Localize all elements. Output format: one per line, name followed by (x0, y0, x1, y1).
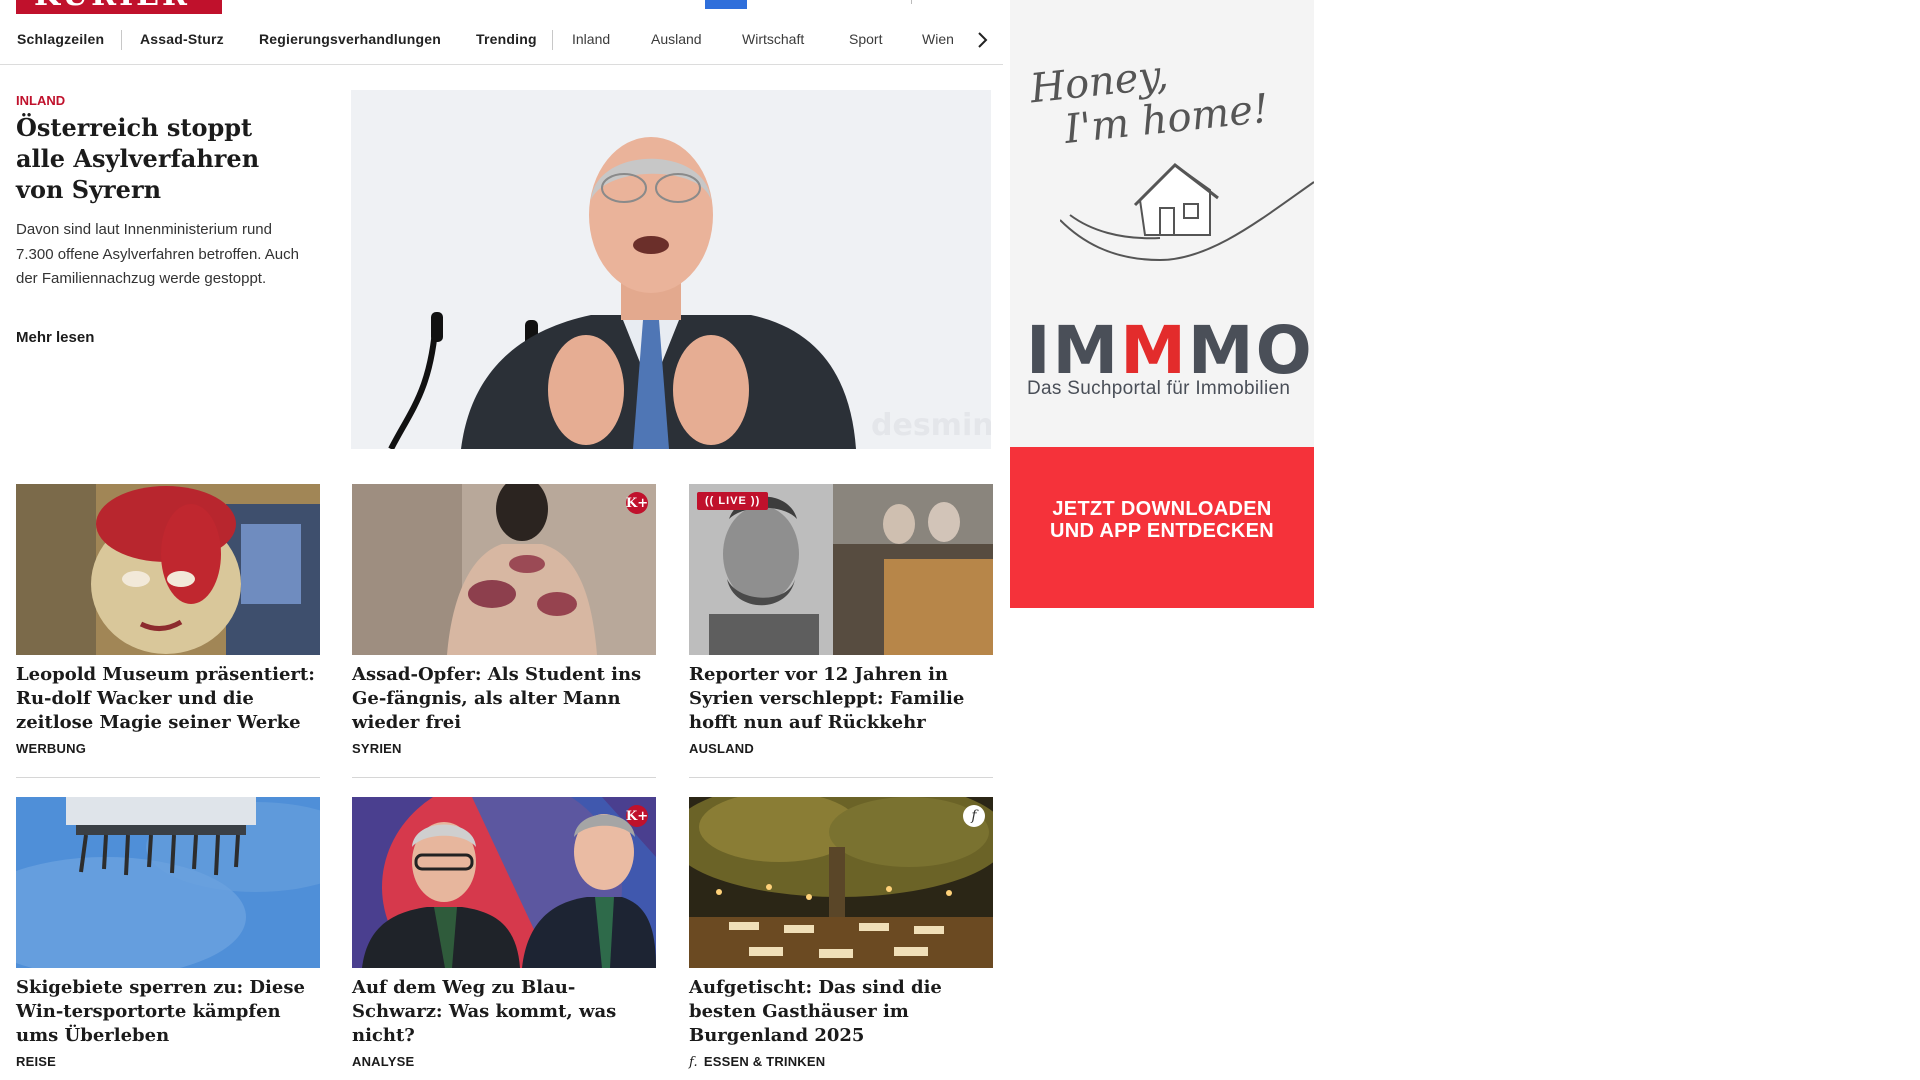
lead-image[interactable]: desmin (351, 90, 991, 449)
immmo-advertisement[interactable]: Honey, I'm home! IMMMO Das Suchportal fü… (1010, 0, 1314, 608)
house-in-hand-icon (1060, 163, 1314, 262)
header-button[interactable] (705, 0, 747, 9)
article-card[interactable]: K+ Auf dem Weg zu Blau-Schwarz: Was komm… (352, 797, 656, 1069)
k-plus-icon: K+ (626, 492, 648, 514)
nav-item-regierungsverhandlungen[interactable]: Regierungsverhandlungen (259, 31, 441, 47)
article-card[interactable]: Leopold Museum präsentiert: Ru-dolf Wack… (16, 484, 320, 756)
article-category: WERBUNG (16, 741, 87, 756)
article-category: ANALYSE (352, 1054, 415, 1069)
article-card[interactable]: (( LIVE )) Reporter vor 12 Jahren in Syr… (689, 484, 993, 756)
nav-item-sport[interactable]: Sport (849, 31, 882, 47)
ad-cta-text: JETZT DOWNLOADEN UND APP ENTDECKEN (1010, 498, 1314, 542)
article-title[interactable]: Skigebiete sperren zu: Diese Win-terspor… (16, 976, 320, 1048)
logo-text: KURIER (34, 0, 190, 13)
ad-tagline: Honey, I'm home! (1028, 43, 1271, 155)
nav-divider (552, 30, 553, 50)
ad-cta-button[interactable]: JETZT DOWNLOADEN UND APP ENTDECKEN (1010, 447, 1314, 608)
nav-item-trending[interactable]: Trending (476, 31, 537, 47)
card-divider (689, 777, 993, 778)
article-title[interactable]: Assad-Opfer: Als Student ins Ge-fängnis,… (352, 663, 656, 735)
chevron-right-icon[interactable] (970, 28, 994, 52)
f-logo-icon: f (963, 805, 985, 827)
article-title[interactable]: Reporter vor 12 Jahren in Syrien verschl… (689, 663, 993, 735)
ad-subtitle: Das Suchportal für Immobilien (1027, 378, 1291, 399)
article-image[interactable]: K+ (352, 484, 656, 655)
image-watermark: desmin (871, 408, 991, 443)
article-title[interactable]: Auf dem Weg zu Blau-Schwarz: Was kommt, … (352, 976, 656, 1048)
article-card[interactable]: f Aufgetischt: Das sind die besten Gasth… (689, 797, 993, 1070)
nav-divider (121, 30, 122, 50)
section-nav: Schlagzeilen Assad-Sturz Regierungsverha… (0, 22, 1003, 65)
nav-item-wien[interactable]: Wien (922, 31, 954, 47)
article-category-label: ESSEN & TRINKEN (703, 1054, 826, 1069)
article-image[interactable] (16, 797, 320, 968)
article-category: AUSLAND (689, 741, 754, 756)
article-card[interactable]: Skigebiete sperren zu: Diese Win-terspor… (16, 797, 320, 1069)
article-category: SYRIEN (352, 741, 402, 756)
ad-visual: Honey, I'm home! IMMMO Das Suchportal fü… (1010, 0, 1314, 447)
read-more-link[interactable]: Mehr lesen (16, 329, 94, 346)
article-title[interactable]: Aufgetischt: Das sind die besten Gasthäu… (689, 976, 993, 1048)
nav-item-assad-sturz[interactable]: Assad-Sturz (140, 31, 224, 47)
card-divider (16, 777, 320, 778)
kurier-logo[interactable]: KURIER (16, 0, 222, 14)
article-category: REISE (16, 1054, 57, 1069)
f-logo-icon: f. (689, 1055, 698, 1070)
article-image[interactable] (16, 484, 320, 655)
ad-cta-line-2: UND APP ENTDECKEN (1049, 520, 1275, 542)
card-divider (352, 777, 656, 778)
article-image[interactable]: f (689, 797, 993, 968)
nav-item-ausland[interactable]: Ausland (651, 31, 702, 47)
article-image[interactable]: K+ (352, 797, 656, 968)
article-image[interactable]: (( LIVE )) (689, 484, 993, 655)
lead-teaser: Davon sind laut Innenministerium rund 7.… (16, 221, 299, 287)
live-badge: (( LIVE )) (697, 492, 769, 510)
live-label: LIVE (718, 495, 747, 507)
ad-cta-line-1: JETZT DOWNLOADEN (1052, 498, 1272, 520)
article-card[interactable]: K+ Assad-Opfer: Als Student ins Ge-fängn… (352, 484, 656, 756)
lead-headline[interactable]: Österreich stoppt alle Asylverfahren von… (16, 112, 306, 205)
k-plus-icon: K+ (626, 805, 648, 827)
article-category: f. ESSEN & TRINKEN (689, 1054, 993, 1070)
nav-item-schlagzeilen[interactable]: Schlagzeilen (17, 31, 104, 47)
article-title[interactable]: Leopold Museum präsentiert: Ru-dolf Wack… (16, 663, 320, 735)
nav-item-inland[interactable]: Inland (572, 31, 610, 47)
header-divider (911, 0, 912, 4)
nav-item-wirtschaft[interactable]: Wirtschaft (742, 31, 804, 47)
lead-category[interactable]: INLAND (16, 93, 65, 108)
